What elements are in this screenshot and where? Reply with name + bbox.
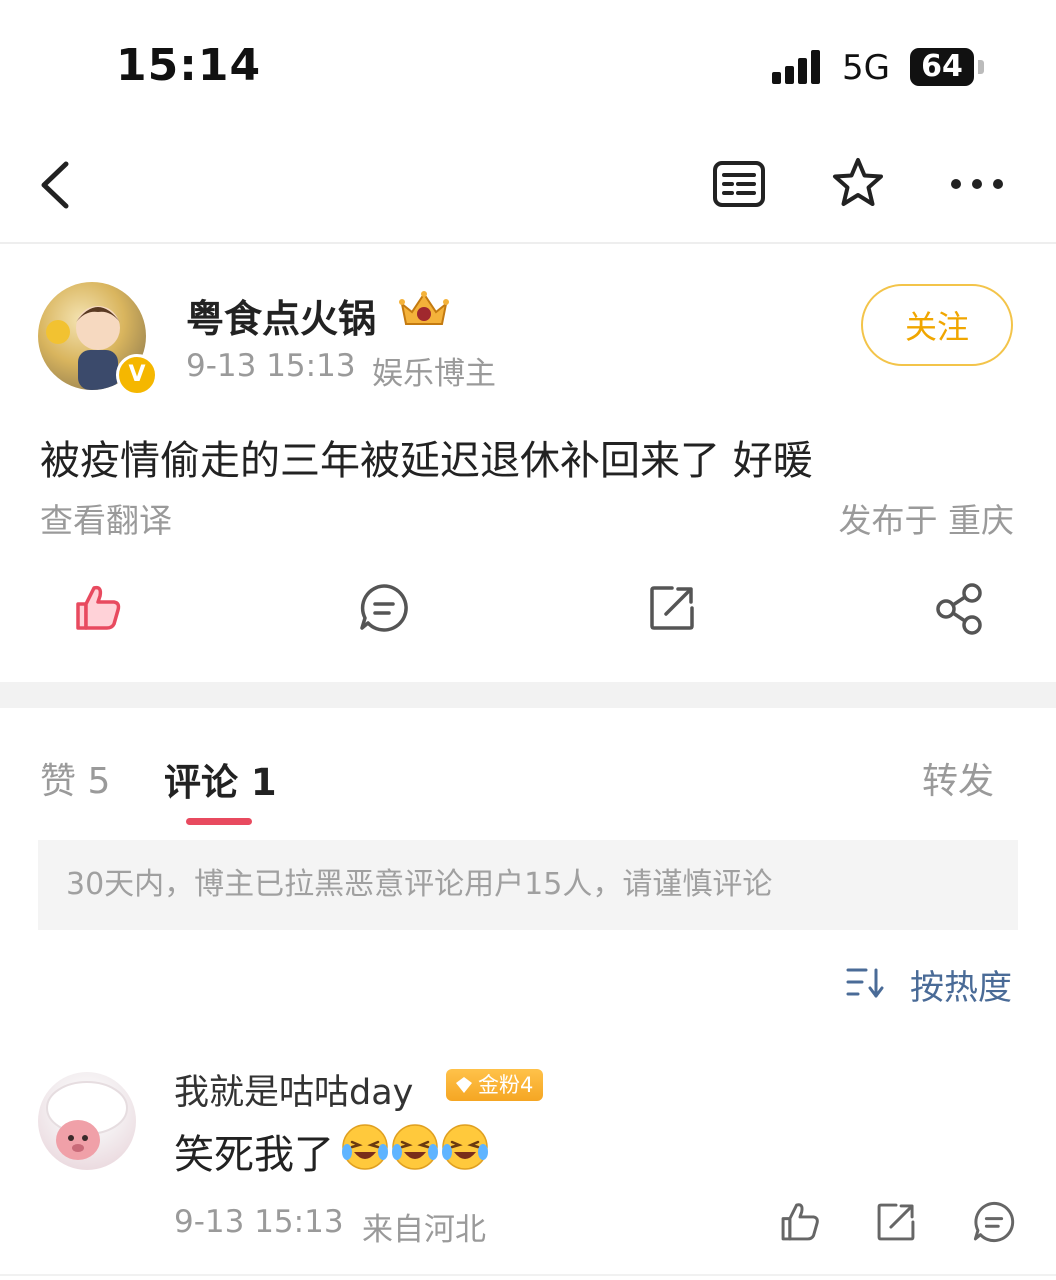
active-tab-indicator: [186, 818, 252, 825]
user-tag: 娱乐博主: [372, 356, 496, 392]
battery-level: 64: [910, 48, 974, 86]
comment-location: 来自河北: [362, 1212, 486, 1248]
bottom-divider: [0, 1274, 1056, 1276]
share-icon[interactable]: [932, 582, 986, 636]
diamond-icon: [454, 1075, 474, 1095]
star-icon[interactable]: [830, 156, 886, 210]
cellular-signal-icon: [772, 50, 828, 86]
comment-icon[interactable]: [358, 582, 410, 634]
list-icon[interactable]: [712, 160, 766, 208]
network-type: 5G: [842, 48, 890, 88]
post-time: 9-13 15:13: [186, 348, 356, 384]
back-icon[interactable]: [36, 160, 76, 210]
laugh-cry-emoji-icon: [390, 1122, 440, 1172]
comment-repost-icon[interactable]: [874, 1200, 918, 1244]
follow-button[interactable]: 关注: [861, 284, 1013, 366]
comment-avatar[interactable]: [38, 1072, 136, 1170]
comment-text: 笑死我了: [174, 1132, 334, 1178]
battery-icon: [978, 60, 984, 74]
nav-divider: [0, 242, 1056, 244]
like-icon[interactable]: [72, 582, 124, 634]
post-location: 发布于 重庆: [838, 501, 1015, 540]
more-icon[interactable]: [948, 176, 1006, 192]
tab-comments[interactable]: 评论 1: [164, 752, 277, 806]
translate-link[interactable]: 查看翻译: [40, 494, 172, 542]
status-time: 15:14: [116, 40, 262, 91]
comment-username[interactable]: 我就是咕咕day: [174, 1064, 413, 1115]
comment-time: 9-13 15:13: [174, 1204, 344, 1240]
laugh-cry-emoji-icon: [440, 1122, 490, 1172]
post-text: 被疫情偷走的三年被延迟退休补回来了 好暖: [40, 438, 813, 484]
comment-like-icon[interactable]: [778, 1200, 822, 1244]
verified-icon: V: [116, 354, 158, 396]
comment-reply-icon[interactable]: [972, 1200, 1016, 1244]
sort-icon[interactable]: [846, 966, 888, 1000]
crown-badge-icon: [398, 290, 450, 330]
comment-notice: 30天内，博主已拉黑恶意评论用户15人，请谨慎评论: [38, 840, 1018, 930]
repost-icon[interactable]: [646, 582, 698, 634]
tab-reposts[interactable]: 转发: [922, 752, 994, 804]
laugh-cry-emoji-icon: [340, 1122, 390, 1172]
sort-by-hotness[interactable]: 按热度: [910, 960, 1012, 1009]
section-divider: [0, 682, 1056, 708]
tab-likes[interactable]: 赞 5: [40, 752, 110, 804]
username[interactable]: 粤食点火锅: [186, 288, 376, 343]
